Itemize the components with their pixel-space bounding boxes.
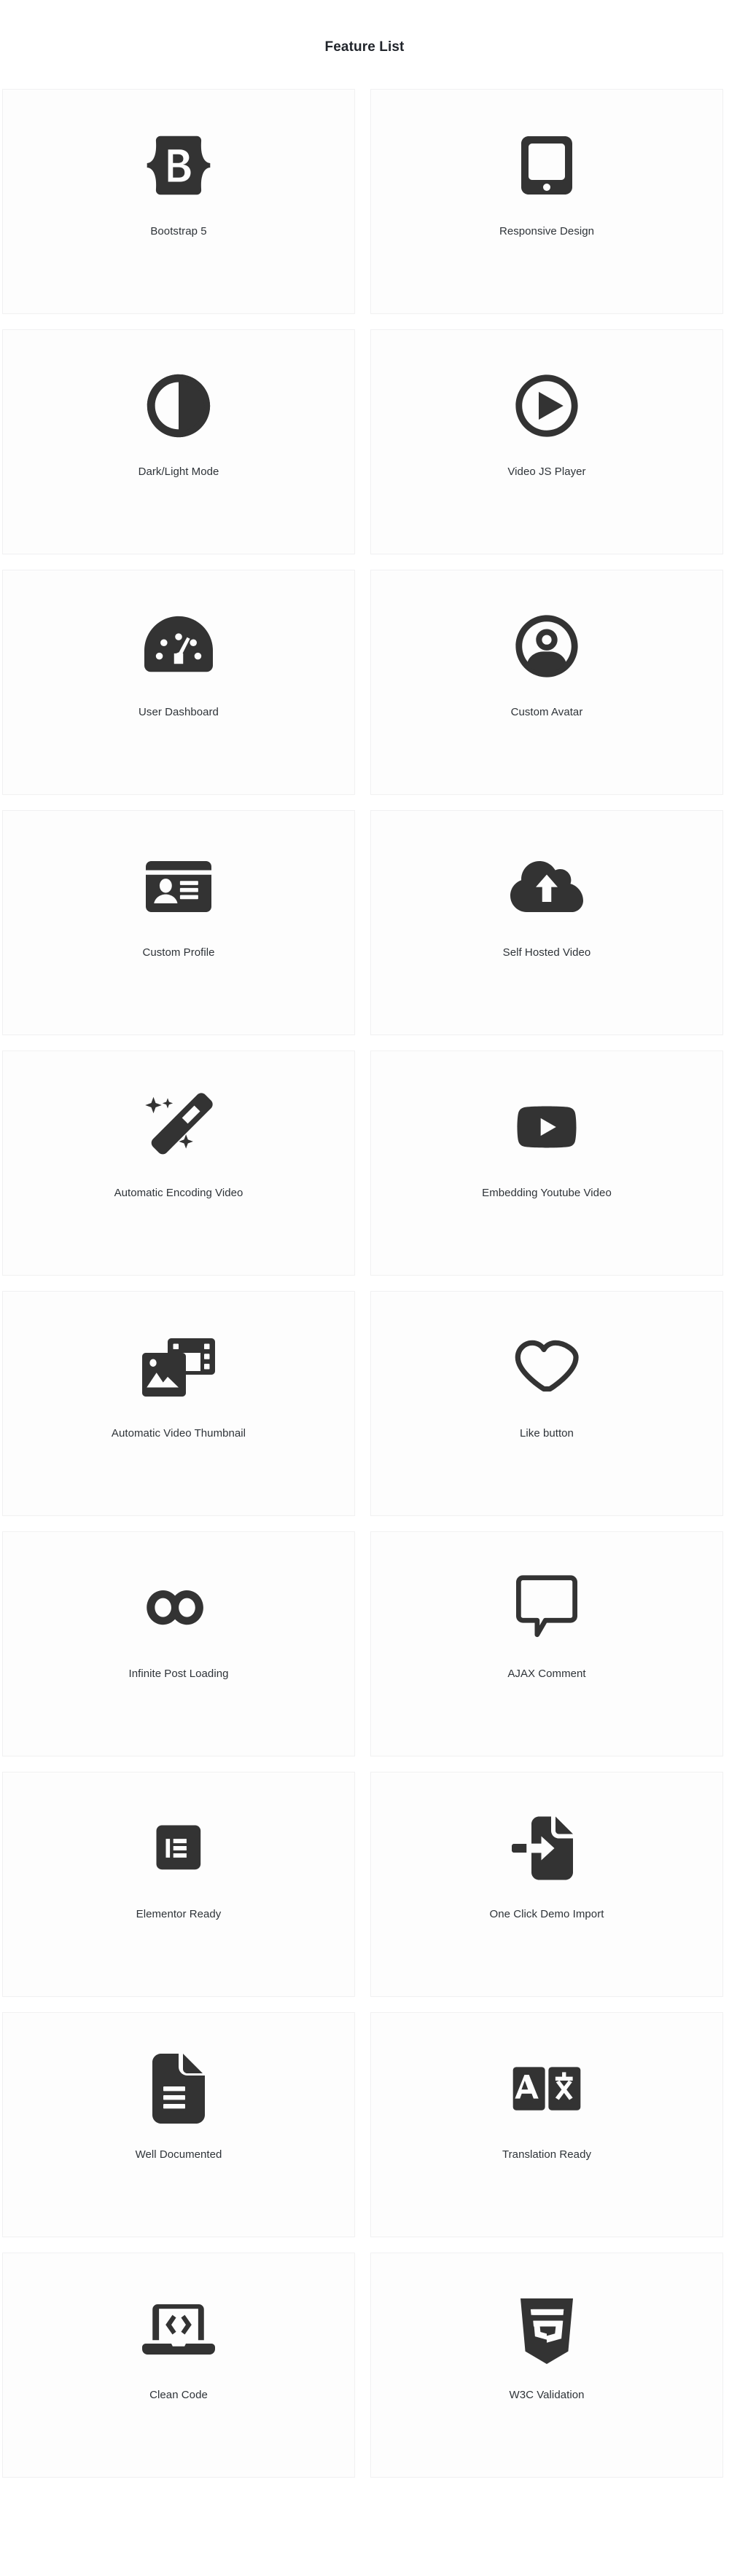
html5-icon — [509, 2291, 585, 2367]
feature-card[interactable]: Elementor Ready — [2, 1772, 355, 1997]
tablet-icon — [509, 127, 585, 203]
laptop-code-icon — [141, 2291, 217, 2367]
feature-label: One Click Demo Import — [489, 1908, 604, 1920]
heart-outline-icon — [509, 1330, 585, 1405]
magic-wand-icon — [141, 1089, 217, 1165]
photo-film-icon — [141, 1330, 217, 1405]
feature-label: Bootstrap 5 — [150, 225, 207, 237]
feature-card[interactable]: Clean Code — [2, 2253, 355, 2478]
feature-card[interactable]: User Dashboard — [2, 570, 355, 795]
feature-label: Elementor Ready — [136, 1908, 222, 1920]
feature-card[interactable]: W3C Validation — [370, 2253, 723, 2478]
page-title: Feature List — [324, 39, 405, 55]
infinity-icon — [141, 1570, 217, 1646]
language-icon — [509, 2051, 585, 2127]
play-circle-icon — [509, 368, 585, 444]
feature-label: AJAX Comment — [507, 1668, 586, 1680]
feature-label: Custom Profile — [142, 946, 215, 959]
feature-grid: Bootstrap 5 Responsive Design Dark/Light… — [0, 89, 729, 2478]
feature-card[interactable]: Self Hosted Video — [370, 810, 723, 1035]
feature-label: Infinite Post Loading — [128, 1668, 229, 1680]
feature-card[interactable]: Dark/Light Mode — [2, 329, 355, 554]
id-card-icon — [141, 849, 217, 924]
gauge-icon — [141, 608, 217, 684]
feature-label: Automatic Video Thumbnail — [111, 1427, 246, 1440]
feature-card[interactable]: Like button — [370, 1291, 723, 1516]
feature-label: W3C Validation — [509, 2389, 585, 2401]
feature-card[interactable]: Custom Profile — [2, 810, 355, 1035]
file-lines-icon — [141, 2051, 217, 2127]
feature-card[interactable]: Well Documented — [2, 2012, 355, 2237]
user-circle-icon — [509, 608, 585, 684]
feature-label: Well Documented — [135, 2148, 222, 2161]
feature-list-page: Feature List Bootstrap 5 Responsive Desi… — [0, 0, 729, 2478]
elementor-icon — [141, 1810, 217, 1886]
feature-label: Like button — [520, 1427, 574, 1440]
feature-card[interactable]: One Click Demo Import — [370, 1772, 723, 1997]
feature-label: User Dashboard — [139, 706, 219, 718]
feature-card[interactable]: Automatic Encoding Video — [2, 1051, 355, 1276]
feature-card[interactable]: Custom Avatar — [370, 570, 723, 795]
cloud-upload-icon — [509, 849, 585, 924]
file-import-icon — [509, 1810, 585, 1886]
feature-label: Self Hosted Video — [502, 946, 591, 959]
feature-card[interactable]: Embedding Youtube Video — [370, 1051, 723, 1276]
feature-card[interactable]: AJAX Comment — [370, 1531, 723, 1756]
circle-half-icon — [141, 368, 217, 444]
feature-card[interactable]: Translation Ready — [370, 2012, 723, 2237]
bootstrap-icon — [141, 127, 217, 203]
feature-card[interactable]: Infinite Post Loading — [2, 1531, 355, 1756]
feature-label: Clean Code — [149, 2389, 208, 2401]
feature-label: Custom Avatar — [510, 706, 583, 718]
youtube-icon — [509, 1089, 585, 1165]
comment-bubble-icon — [509, 1570, 585, 1646]
feature-label: Dark/Light Mode — [138, 466, 219, 478]
feature-label: Automatic Encoding Video — [114, 1187, 243, 1199]
feature-card[interactable]: Automatic Video Thumbnail — [2, 1291, 355, 1516]
feature-label: Responsive Design — [499, 225, 595, 237]
feature-label: Video JS Player — [507, 466, 586, 478]
feature-label: Embedding Youtube Video — [482, 1187, 612, 1199]
feature-card[interactable]: Bootstrap 5 — [2, 89, 355, 314]
feature-label: Translation Ready — [502, 2148, 592, 2161]
feature-card[interactable]: Responsive Design — [370, 89, 723, 314]
feature-card[interactable]: Video JS Player — [370, 329, 723, 554]
